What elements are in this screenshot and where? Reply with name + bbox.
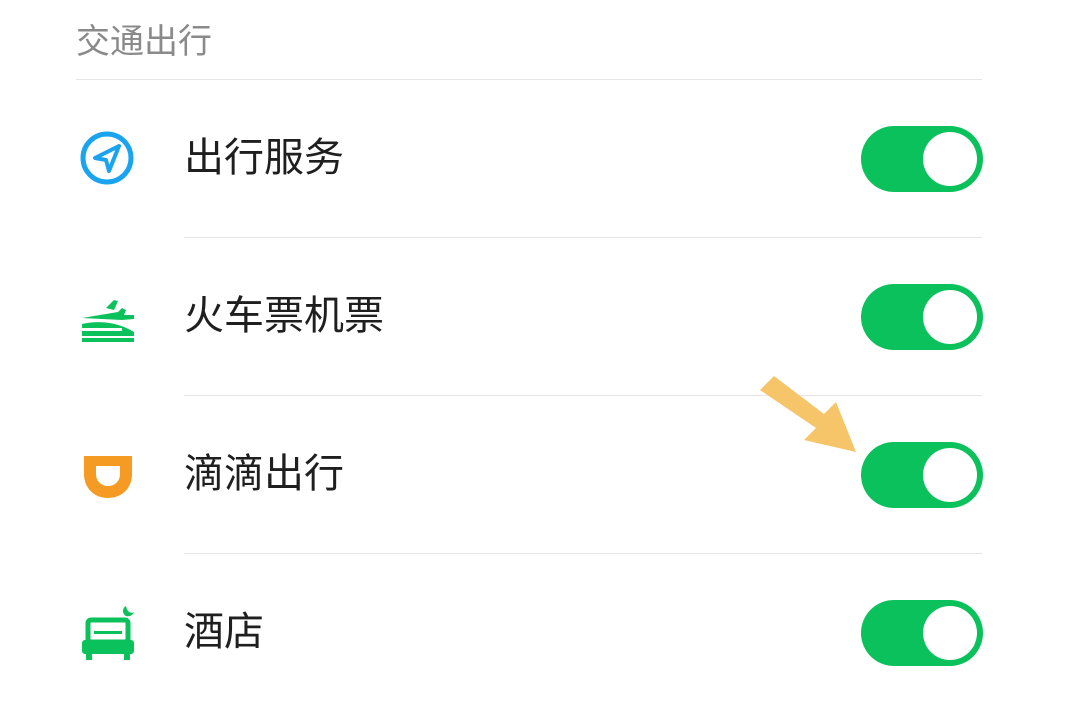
setting-row-train-flight: 火车票机票	[0, 256, 1065, 376]
setting-label: 火车票机票	[184, 293, 384, 339]
row-divider	[184, 237, 982, 238]
setting-label: 出行服务	[184, 135, 344, 181]
setting-label: 滴滴出行	[184, 451, 344, 497]
section-title: 交通出行	[76, 22, 212, 62]
toggle-knob	[923, 448, 977, 502]
train-plane-icon	[78, 288, 138, 348]
setting-row-travel-service: 出行服务	[0, 98, 1065, 218]
train-flight-toggle[interactable]	[861, 284, 983, 350]
toggle-knob	[923, 132, 977, 186]
setting-label: 酒店	[184, 609, 264, 655]
setting-row-didi: 滴滴出行	[0, 414, 1065, 534]
section-divider	[76, 79, 982, 80]
toggle-knob	[923, 290, 977, 344]
row-divider	[184, 553, 982, 554]
didi-logo-icon	[78, 446, 138, 506]
didi-toggle[interactable]	[861, 442, 983, 508]
setting-row-hotel: 酒店	[0, 572, 1065, 692]
pointer-arrow-icon	[756, 370, 866, 460]
hotel-toggle[interactable]	[861, 600, 983, 666]
travel-service-toggle[interactable]	[861, 126, 983, 192]
hotel-bed-icon	[78, 602, 138, 662]
navigation-arrow-icon	[78, 129, 138, 189]
toggle-knob	[923, 606, 977, 660]
